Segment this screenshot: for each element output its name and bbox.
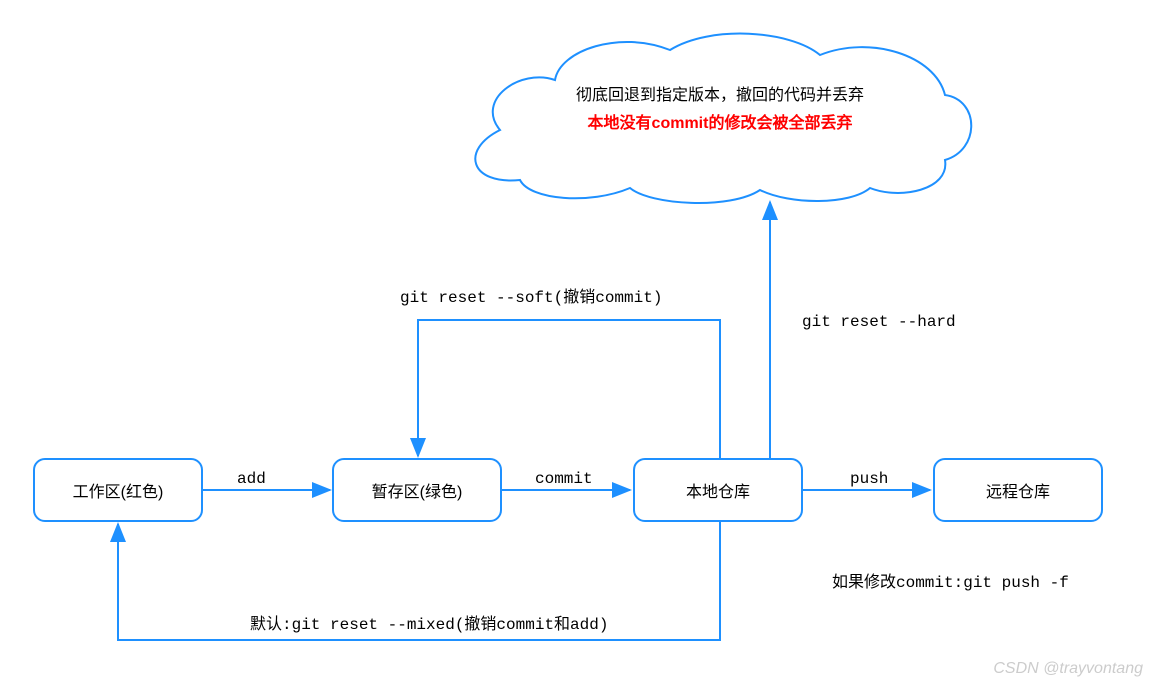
box-stage-area: 暂存区(绿色) [332, 458, 502, 522]
local-repo-label: 本地仓库 [686, 478, 750, 502]
box-work-area: 工作区(红色) [33, 458, 203, 522]
label-push: push [850, 470, 888, 488]
remote-repo-label: 远程仓库 [986, 478, 1050, 502]
cloud-line2: 本地没有commit的修改会被全部丢弃 [588, 115, 853, 132]
label-reset-hard: git reset --hard [802, 313, 956, 331]
stage-area-label: 暂存区(绿色) [372, 478, 463, 502]
box-local-repo: 本地仓库 [633, 458, 803, 522]
box-remote-repo: 远程仓库 [933, 458, 1103, 522]
work-area-label: 工作区(红色) [73, 478, 164, 502]
cloud-text: 彻底回退到指定版本，撤回的代码并丢弃 本地没有commit的修改会被全部丢弃 [535, 82, 905, 138]
cloud-line1: 彻底回退到指定版本，撤回的代码并丢弃 [576, 87, 864, 104]
label-reset-soft: git reset --soft(撤销commit) [400, 283, 662, 307]
label-push-force: 如果修改commit:git push -f [832, 568, 1069, 592]
label-add: add [237, 470, 266, 488]
label-reset-mixed: 默认:git reset --mixed(撤销commit和add) [250, 610, 608, 634]
watermark: CSDN @trayvontang [993, 660, 1143, 678]
label-commit: commit [535, 470, 593, 488]
